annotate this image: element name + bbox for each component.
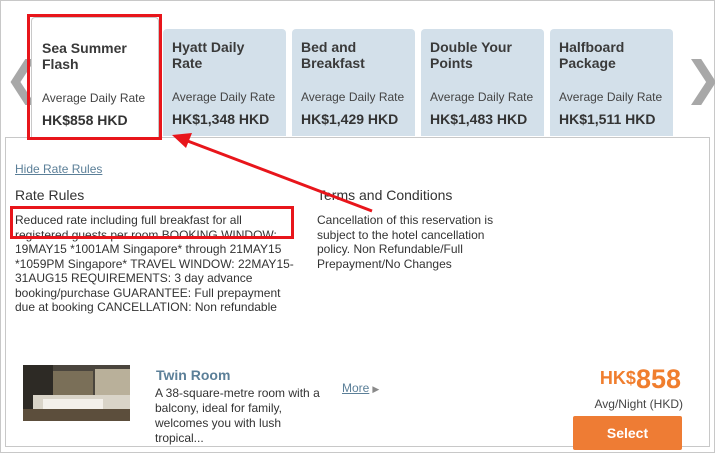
tab-name: Halfboard Package [559,39,625,71]
next-arrow-icon[interactable]: ❯ [684,55,715,101]
more-label[interactable]: More [342,381,369,395]
terms-heading: Terms and Conditions [317,187,453,203]
tab-name: Double Your Points [430,39,512,71]
room-description: A 38-square-metre room with a balcony, i… [155,386,320,445]
tab-rate-label: Average Daily Rate [559,90,663,104]
room-price: HK$858 [600,364,681,395]
price-value: 858 [635,364,681,394]
tab-halfboard-package[interactable]: Halfboard Package Average Daily Rate HK$… [550,29,673,136]
tab-rate-label: Average Daily Rate [172,90,276,104]
terms-text: Cancellation of this reservation is subj… [317,213,494,271]
price-note: Avg/Night (HKD) [594,397,683,411]
tab-name: Bed and Breakfast [301,39,365,71]
tab-hyatt-daily-rate[interactable]: Hyatt Daily Rate Average Daily Rate HK$1… [163,29,286,136]
room-photo[interactable] [23,365,130,421]
tab-name: Hyatt Daily Rate [172,39,245,71]
select-button[interactable]: Select [573,416,682,450]
more-link[interactable]: More ▶ [342,381,379,395]
tab-bed-and-breakfast[interactable]: Bed and Breakfast Average Daily Rate HK$… [292,29,415,136]
tab-price: HK$1,348 HKD [172,111,270,127]
chevron-right-icon: ▶ [372,384,380,394]
price-currency: HK$ [599,368,636,388]
tab-double-your-points[interactable]: Double Your Points Average Daily Rate HK… [421,29,544,136]
highlight-box-rules [10,206,294,239]
hide-rate-rules-link[interactable]: Hide Rate Rules [15,162,102,176]
tab-rate-label: Average Daily Rate [430,90,534,104]
tab-price: HK$1,511 HKD [559,111,656,127]
tab-rate-label: Average Daily Rate [301,90,405,104]
rate-rules-heading: Rate Rules [15,187,85,203]
highlight-box-tab [27,14,162,140]
tab-price: HK$1,429 HKD [301,111,399,127]
room-title[interactable]: Twin Room [156,367,230,383]
tab-price: HK$1,483 HKD [430,111,528,127]
